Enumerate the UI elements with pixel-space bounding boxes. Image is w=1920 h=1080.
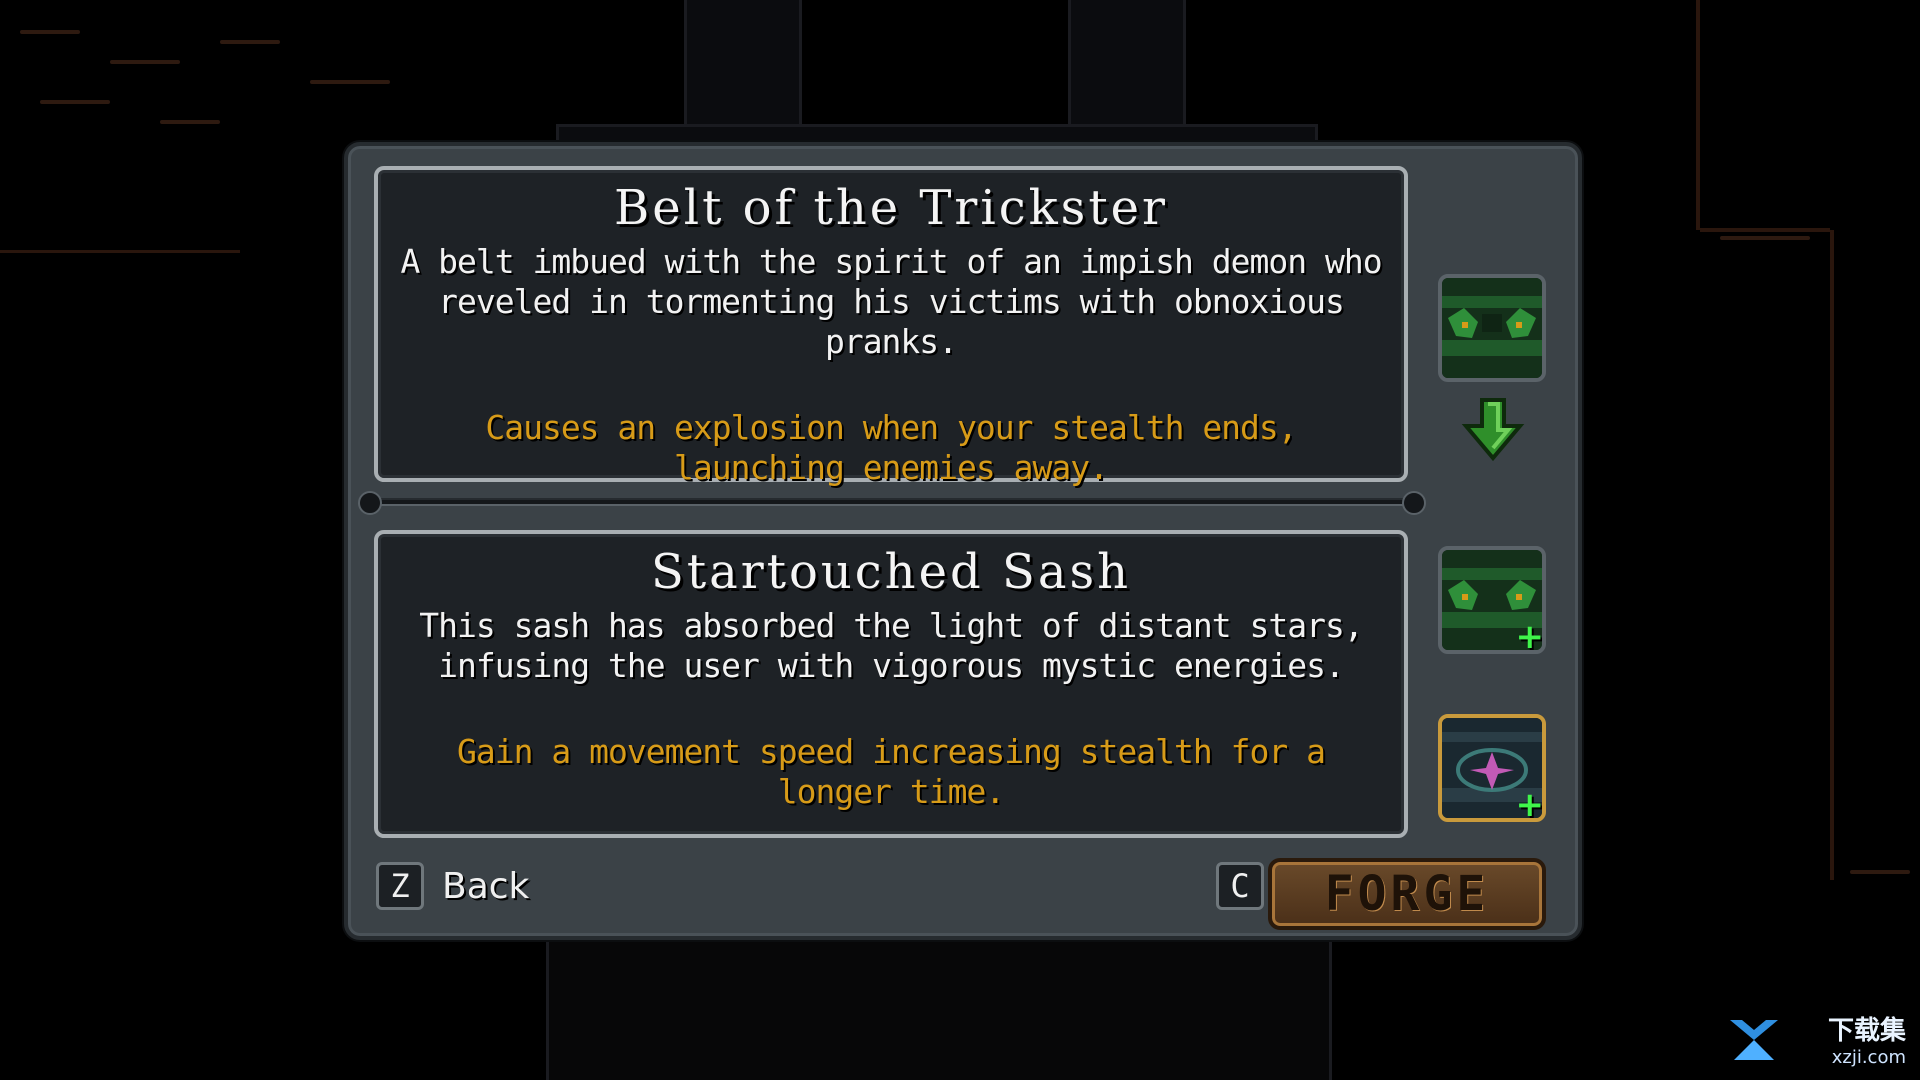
background-brick — [1850, 870, 1910, 874]
current-item-effect: Causes an explosion when your stealth en… — [485, 408, 1297, 487]
background-pillar-right-2 — [1830, 230, 1834, 880]
background-brick — [310, 80, 390, 84]
current-item-card: Belt of the Trickster A belt imbued with… — [374, 166, 1408, 487]
current-item-name: Belt of the Trickster — [614, 180, 1168, 236]
current-belt-slot[interactable] — [1438, 274, 1546, 382]
back-key[interactable]: Z — [376, 862, 424, 910]
forge-panel: Belt of the Trickster A belt imbued with… — [344, 142, 1582, 940]
background-pillar-right — [1696, 0, 1700, 230]
new-item-card: Startouched Sash This sash has absorbed … — [374, 530, 1408, 838]
watermark-title: 下载集 — [1827, 1016, 1906, 1046]
new-item-effect: Gain a movement speed increasing stealth… — [457, 732, 1326, 811]
forge-key[interactable]: C — [1216, 862, 1264, 910]
new-item-name: Startouched Sash — [650, 544, 1132, 600]
background-brick — [160, 120, 220, 124]
plus-icon: + — [1515, 617, 1544, 654]
background-brick — [220, 40, 280, 44]
background-brick — [1720, 236, 1810, 240]
site-watermark: 下载集 xzji.com — [1730, 1010, 1906, 1068]
background-brick — [110, 60, 180, 64]
divider-dot-left — [358, 491, 382, 515]
background-floor — [546, 920, 1332, 1080]
belt-icon — [1442, 278, 1542, 378]
watermark-logo-icon — [1730, 1020, 1778, 1060]
plus-icon: + — [1515, 785, 1544, 822]
current-item-description: A belt imbued with the spirit of an impi… — [400, 242, 1382, 361]
divider-dot-right — [1402, 491, 1426, 515]
background-brick — [20, 30, 80, 34]
background-pillar-left — [0, 250, 240, 253]
watermark-url: xzji.com — [1831, 1047, 1906, 1068]
new-item-description: This sash has absorbed the light of dist… — [419, 606, 1363, 685]
back-button[interactable]: Back — [442, 866, 529, 907]
forge-button[interactable]: FORGE — [1268, 858, 1546, 930]
card-divider — [358, 491, 1426, 515]
background-brick — [40, 100, 110, 104]
arrow-down-icon — [1461, 398, 1525, 462]
new-belt-slot[interactable]: + — [1438, 546, 1546, 654]
background-beam-right — [1700, 228, 1830, 232]
sash-slot[interactable]: + — [1438, 714, 1546, 822]
